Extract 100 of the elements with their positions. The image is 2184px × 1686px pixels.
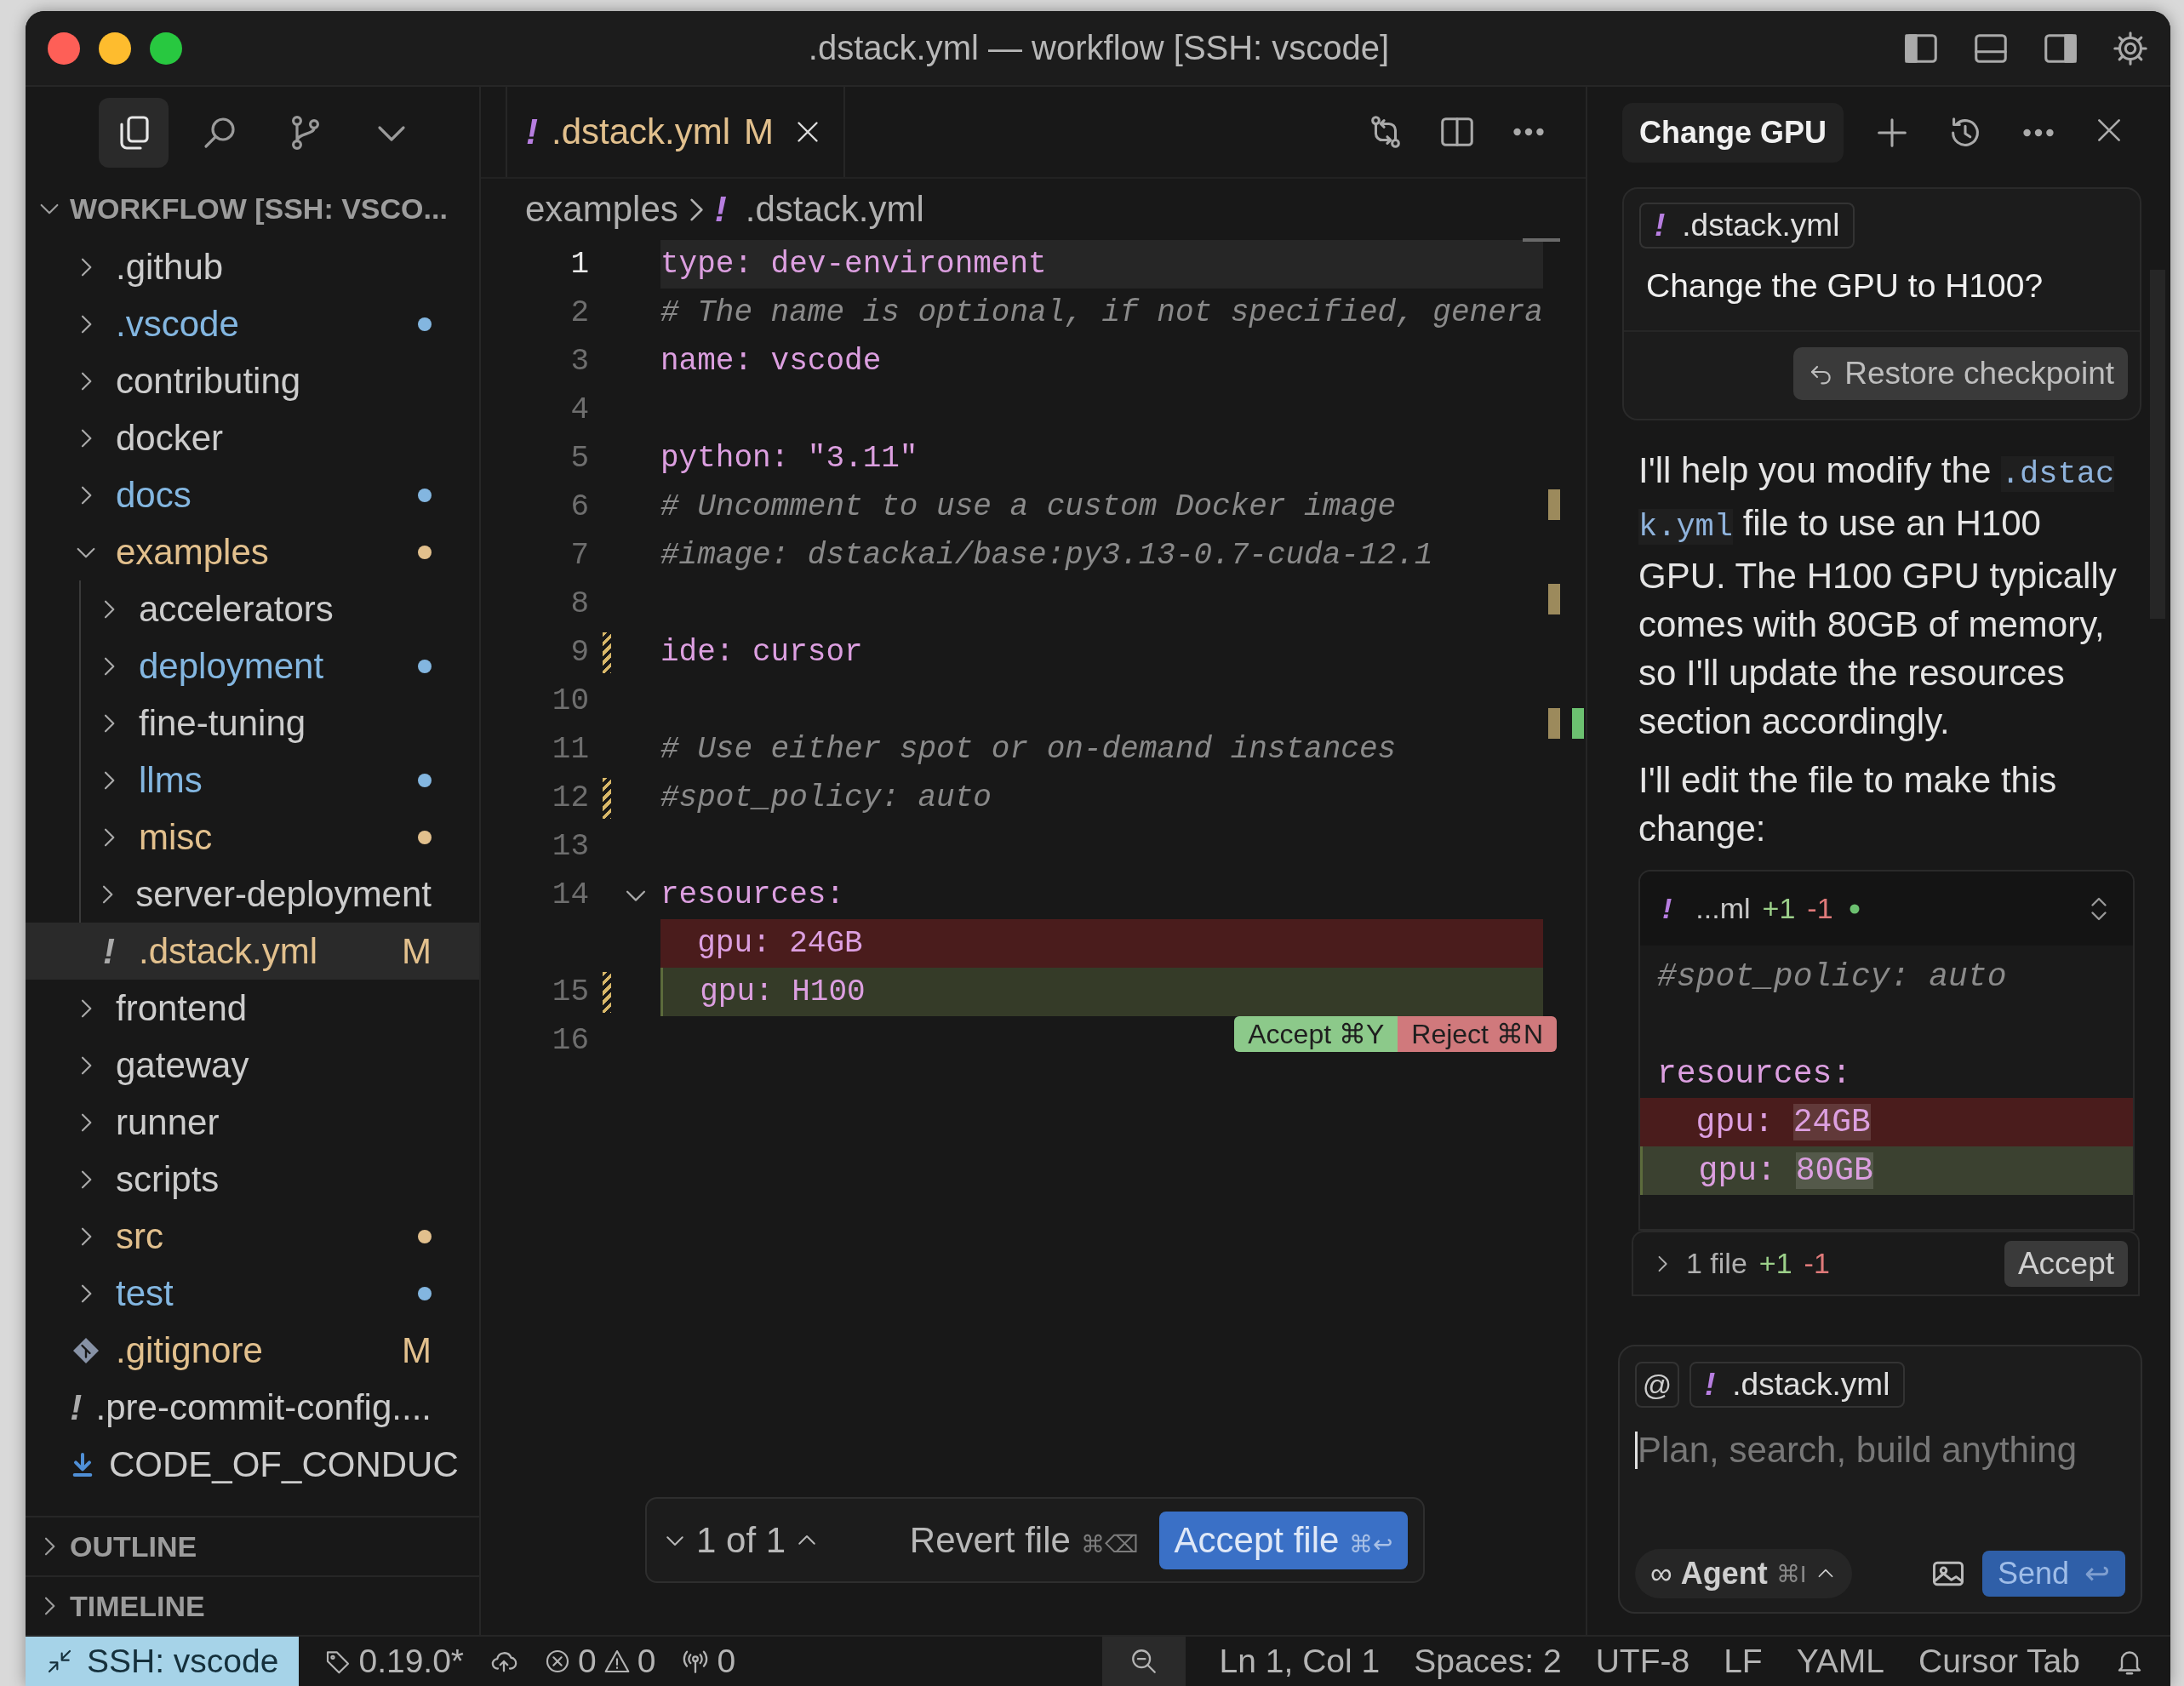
text-cursor [1635,1432,1638,1469]
line-number: 9 [569,634,589,672]
zoom-button[interactable] [1101,1637,1186,1686]
revert-file-button[interactable]: Revert file ⌘⌫ [897,1511,1151,1569]
line-number: 5 [569,440,589,477]
file-name: CODE_OF_CONDUC [109,1443,459,1485]
file-name: ...ml [1695,892,1751,925]
folder-name: runner [116,1101,220,1143]
file-name: .dstack.yml [139,930,318,972]
code-line: name: vscode [660,343,883,380]
folder-name: src [116,1215,163,1257]
folder-item[interactable]: llms [26,752,479,809]
minimize-button[interactable] [99,31,131,65]
folder-item[interactable]: deployment [26,637,479,694]
folder-item[interactable]: fine-tuning [26,694,479,752]
folder-item[interactable]: gateway [26,1037,479,1094]
user-message: Change the GPU to H100? [1645,266,2044,306]
code-line: #spot_policy: auto [660,780,992,817]
folder-name: scripts [116,1158,220,1200]
file-item[interactable]: ! .dstack.yml M [26,923,479,980]
code-line: #spot_policy: auto [1656,957,2008,997]
file-item[interactable]: .gitignore M [26,1322,479,1379]
folder-name: .vscode [116,303,239,345]
problems-status[interactable]: 0 0 [544,1637,656,1686]
window-title: .dstack.yml — workflow [SSH: vscode] [808,29,1390,67]
line-ending-status[interactable]: LF [1724,1637,1763,1686]
line-number: 12 [551,780,589,817]
remote-icon [46,1648,73,1675]
folder-item[interactable]: scripts [26,1151,479,1208]
folder-name: frontend [116,987,248,1029]
file-item[interactable]: CODE_OF_CONDUC [26,1436,479,1493]
agent-mode-button[interactable]: ∞ Agent ⌘I [1635,1549,1853,1598]
folder-name: .github [116,246,224,288]
folder-name: deployment [139,645,324,687]
breadcrumb-item[interactable]: examples [525,189,678,230]
line-number: 6 [569,489,589,526]
folder-item[interactable]: frontend [26,980,479,1037]
code-line: # The name is optional, if not specified, genera [660,294,1543,332]
folder-item[interactable]: examples [26,523,479,580]
accept-change-button[interactable]: Accept ⌘Y [1234,1016,1398,1052]
chevron-right-icon [689,197,703,221]
folder-name: misc [139,816,213,858]
editor-tab[interactable]: ! .dstack.yml M [506,87,846,177]
indentation-status[interactable]: Spaces: 2 [1414,1637,1562,1686]
code-line: python: "3.11" [660,440,919,477]
remote-indicator[interactable]: SSH: vscode [26,1637,300,1686]
folder-item[interactable]: misc [26,809,479,866]
overview-ruler-mark [1548,708,1560,739]
code-diff-block: ! ...ml +1 -1 #spot_policy: auto resources: gpu: 24GB gpu: 80GB [1638,870,2135,1231]
exclamation-icon: ! [103,930,115,972]
version-status[interactable]: 0.19.0* [324,1637,465,1686]
chat-tab[interactable]: Change GPU [1622,103,1844,163]
folder-item[interactable]: test [26,1265,479,1322]
code-line: # Use either spot or on-demand instances [660,731,1398,769]
accept-button[interactable]: Accept [2004,1240,2128,1287]
folder-name: accelerators [139,588,334,630]
folder-item[interactable]: server-deployment [26,866,479,923]
folder-item[interactable]: .vscode [26,295,479,352]
file-name: .pre-commit-config.... [95,1386,432,1428]
change-counter: 1 of 1 [696,1519,786,1561]
line-number: 4 [569,391,589,429]
folder-item[interactable]: contributing [26,352,479,409]
zoom-button[interactable] [150,31,182,65]
file-chip[interactable]: ! .dstack.yml [1639,203,1855,249]
restore-checkpoint-button[interactable]: Restore checkpoint [1793,347,2128,400]
folder-item[interactable]: accelerators [26,580,479,637]
encoding-status[interactable]: UTF-8 [1595,1637,1690,1686]
breadcrumb-item[interactable]: ! .dstack.yml [714,189,924,230]
removed-count: -1 [1804,1247,1830,1280]
close-button[interactable] [48,31,80,65]
mention-button[interactable]: @ [1635,1362,1679,1408]
folder-item[interactable]: .github [26,238,479,295]
chat-input[interactable]: Plan, search, build anything [1638,1430,2125,1471]
file-name: .gitignore [116,1329,263,1371]
line-number: 7 [569,537,589,574]
line-number: 14 [551,877,589,914]
folder-name: docker [116,417,224,459]
file-chip[interactable]: ! .dstack.yml [1689,1362,1906,1408]
explorer-button[interactable] [99,98,169,168]
code-line: #image: dstackai/base:py3.13-0.7-cuda-12.1 [660,537,1434,574]
folder-item[interactable]: runner [26,1094,479,1151]
line-number: 8 [569,586,589,623]
folder-name: test [116,1272,174,1314]
language-status[interactable]: YAML [1796,1637,1884,1686]
panel-title: TIMELINE [70,1589,205,1623]
line-number: 1 [569,246,589,283]
folder-item[interactable]: docker [26,409,479,466]
cursor-position[interactable]: Ln 1, Col 1 [1219,1637,1381,1686]
folder-item[interactable]: docs [26,466,479,523]
reject-change-button[interactable]: Reject ⌘N [1398,1016,1557,1052]
folder-name: fine-tuning [139,702,306,744]
file-item[interactable]: ! .pre-commit-config.... [26,1379,479,1436]
code-line: resources: [1656,1054,1853,1094]
folder-item[interactable]: src [26,1208,479,1265]
ports-status[interactable]: 0 [681,1637,736,1686]
code-line: ide: cursor [660,634,864,672]
added-count: +1 [1758,1247,1792,1280]
accept-file-button[interactable]: Accept file ⌘↩ [1158,1511,1408,1569]
line-number: 16 [551,1022,589,1060]
cursor-tab-status[interactable]: Cursor Tab [1918,1637,2080,1686]
